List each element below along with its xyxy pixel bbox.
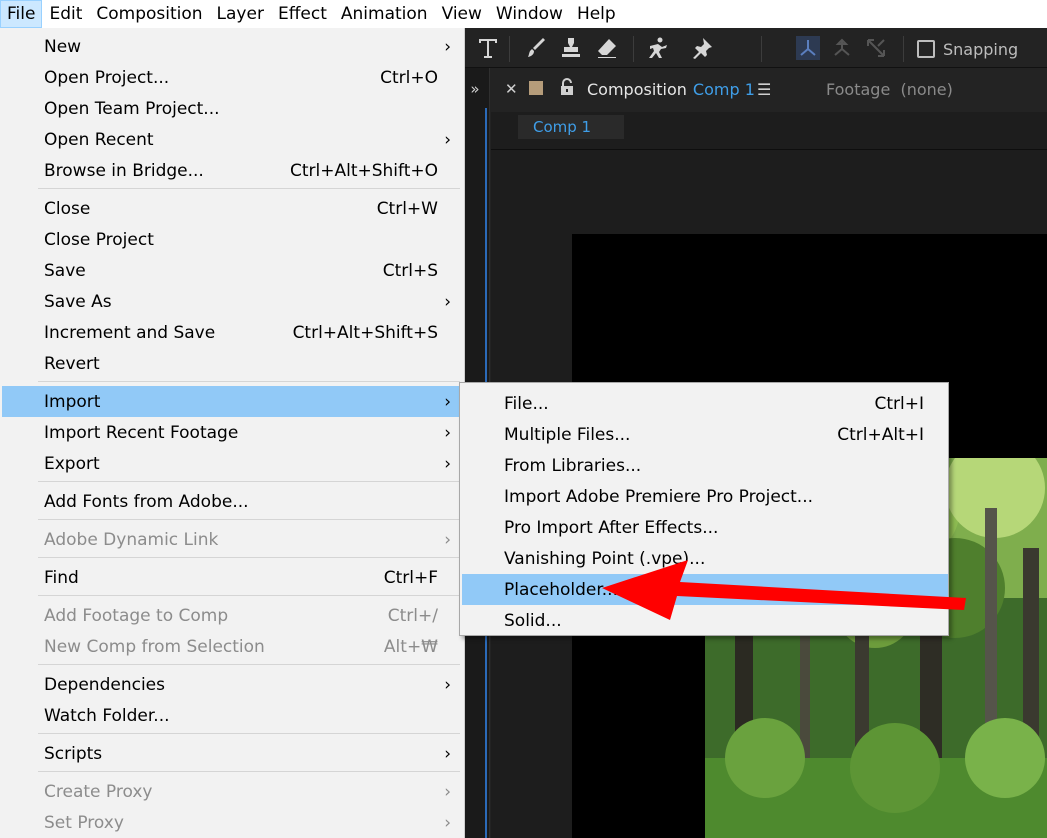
footage-tab[interactable]: Footage (none) [826, 80, 953, 99]
menu-item-revert[interactable]: Revert [2, 348, 462, 379]
menu-item-dependencies[interactable]: Dependencies › [2, 669, 462, 700]
snapping-checkbox[interactable] [917, 40, 935, 58]
eraser-tool-icon[interactable] [592, 33, 622, 63]
menu-window[interactable]: Window [489, 0, 570, 28]
menu-edit[interactable]: Edit [42, 0, 89, 28]
composition-tab-label: Composition [587, 80, 687, 99]
clone-stamp-tool-icon[interactable] [556, 33, 586, 63]
toolbar-divider [509, 36, 510, 62]
menu-item-scripts[interactable]: Scripts › [2, 738, 462, 769]
menu-separator [38, 519, 460, 520]
puppet-pin-tool-icon[interactable] [687, 33, 717, 63]
menu-separator [38, 771, 460, 772]
menu-composition[interactable]: Composition [89, 0, 209, 28]
menu-separator [38, 557, 460, 558]
submenu-arrow-icon: › [444, 129, 451, 150]
lock-icon[interactable] [559, 78, 575, 96]
menu-bar: File Edit Composition Layer Effect Anima… [0, 0, 1047, 28]
submenu-arrow-icon: › [444, 743, 451, 764]
menu-separator [38, 733, 460, 734]
menu-item-increment-and-save[interactable]: Increment and Save Ctrl+Alt+Shift+S [2, 317, 462, 348]
submenu-arrow-icon: › [444, 674, 451, 695]
view-axis-mode-icon[interactable] [861, 33, 891, 63]
menu-item-find[interactable]: Find Ctrl+F [2, 562, 462, 593]
menu-effect[interactable]: Effect [271, 0, 334, 28]
menu-animation[interactable]: Animation [334, 0, 435, 28]
snapping-toggle[interactable]: Snapping [917, 36, 1018, 62]
submenu-arrow-icon: › [444, 291, 451, 312]
menu-item-import[interactable]: Import › [2, 386, 462, 417]
menu-separator [38, 381, 460, 382]
world-axis-mode-icon[interactable] [827, 33, 857, 63]
menu-item-watch-folder[interactable]: Watch Folder... [2, 700, 462, 731]
close-tab-icon[interactable]: ✕ [505, 80, 518, 98]
menu-item-open-recent[interactable]: Open Recent › [2, 124, 462, 155]
submenu-item-pro-import[interactable]: Pro Import After Effects... [462, 512, 948, 543]
submenu-arrow-icon: › [444, 529, 451, 550]
submenu-item-from-libraries[interactable]: From Libraries... [462, 450, 948, 481]
roto-brush-tool-icon[interactable] [643, 33, 673, 63]
menu-item-new-comp-from-selection: New Comp from Selection Alt+₩ [44, 636, 438, 657]
comp-navigator-tab[interactable]: Comp 1 [518, 115, 624, 139]
submenu-item-import-premiere-project[interactable]: Import Adobe Premiere Pro Project... [462, 481, 948, 512]
menu-item-browse-in-bridge[interactable]: Browse in Bridge... Ctrl+Alt+Shift+O [2, 155, 462, 186]
submenu-arrow-icon: › [444, 422, 451, 443]
menu-separator [38, 481, 460, 482]
menu-separator [38, 188, 460, 189]
menu-separator [38, 664, 460, 665]
type-tool-icon[interactable] [473, 33, 503, 63]
menu-item-set-proxy: Set Proxy › [44, 812, 451, 833]
label-color-swatch[interactable] [529, 81, 543, 95]
menu-layer[interactable]: Layer [210, 0, 271, 28]
file-menu-dropdown: New › Open Project... Ctrl+O Open Team P… [0, 28, 465, 838]
menu-item-close-project[interactable]: Close Project [2, 224, 462, 255]
submenu-item-multiple-files[interactable]: Multiple Files... Ctrl+Alt+I [462, 419, 948, 450]
tools-panel: Snapping [465, 28, 1047, 68]
submenu-arrow-icon: › [444, 781, 451, 802]
menu-file[interactable]: File [0, 0, 43, 28]
composition-tab-comp-name: Comp 1 [692, 80, 755, 99]
panel-divider [491, 149, 1047, 150]
composition-tab[interactable]: Composition Comp 1 [587, 80, 755, 99]
brush-tool-icon[interactable] [520, 33, 550, 63]
menu-item-create-proxy: Create Proxy › [44, 781, 451, 802]
local-axis-mode-icon[interactable] [793, 33, 823, 63]
menu-view[interactable]: View [435, 0, 489, 28]
menu-item-save[interactable]: Save Ctrl+S [2, 255, 462, 286]
menu-item-adobe-dynamic-link: Adobe Dynamic Link › [44, 529, 451, 550]
submenu-arrow-icon: › [444, 453, 451, 474]
submenu-item-file[interactable]: File... Ctrl+I [462, 388, 948, 419]
menu-item-add-fonts[interactable]: Add Fonts from Adobe... [2, 486, 462, 517]
menu-item-new[interactable]: New › [2, 31, 462, 62]
footage-tab-value: (none) [900, 80, 953, 99]
composition-tab-bar: ✕ Composition Comp 1 ☰ Footage (none) [491, 68, 1047, 112]
footage-tab-label: Footage [826, 80, 891, 99]
red-annotation-arrow-icon [600, 558, 970, 624]
menu-item-close[interactable]: Close Ctrl+W [2, 193, 462, 224]
menu-item-save-as[interactable]: Save As › [2, 286, 462, 317]
submenu-arrow-icon: › [444, 391, 451, 412]
submenu-arrow-icon: › [444, 812, 451, 833]
snapping-label: Snapping [943, 39, 1019, 59]
submenu-arrow-icon: › [444, 36, 451, 57]
panel-menu-icon[interactable]: ☰ [757, 80, 771, 99]
menu-item-open-project[interactable]: Open Project... Ctrl+O [2, 62, 462, 93]
toolbar-divider [633, 36, 634, 62]
menu-help[interactable]: Help [570, 0, 623, 28]
menu-item-open-team-project[interactable]: Open Team Project... [2, 93, 462, 124]
menu-item-add-footage-to-comp: Add Footage to Comp Ctrl+/ [44, 605, 438, 626]
toolbar-divider [903, 36, 904, 62]
expand-panels-icon[interactable]: » [465, 80, 485, 98]
menu-item-export[interactable]: Export › [2, 448, 462, 479]
toolbar-divider [761, 36, 762, 62]
menu-item-import-recent-footage[interactable]: Import Recent Footage › [2, 417, 462, 448]
menu-separator [38, 595, 460, 596]
